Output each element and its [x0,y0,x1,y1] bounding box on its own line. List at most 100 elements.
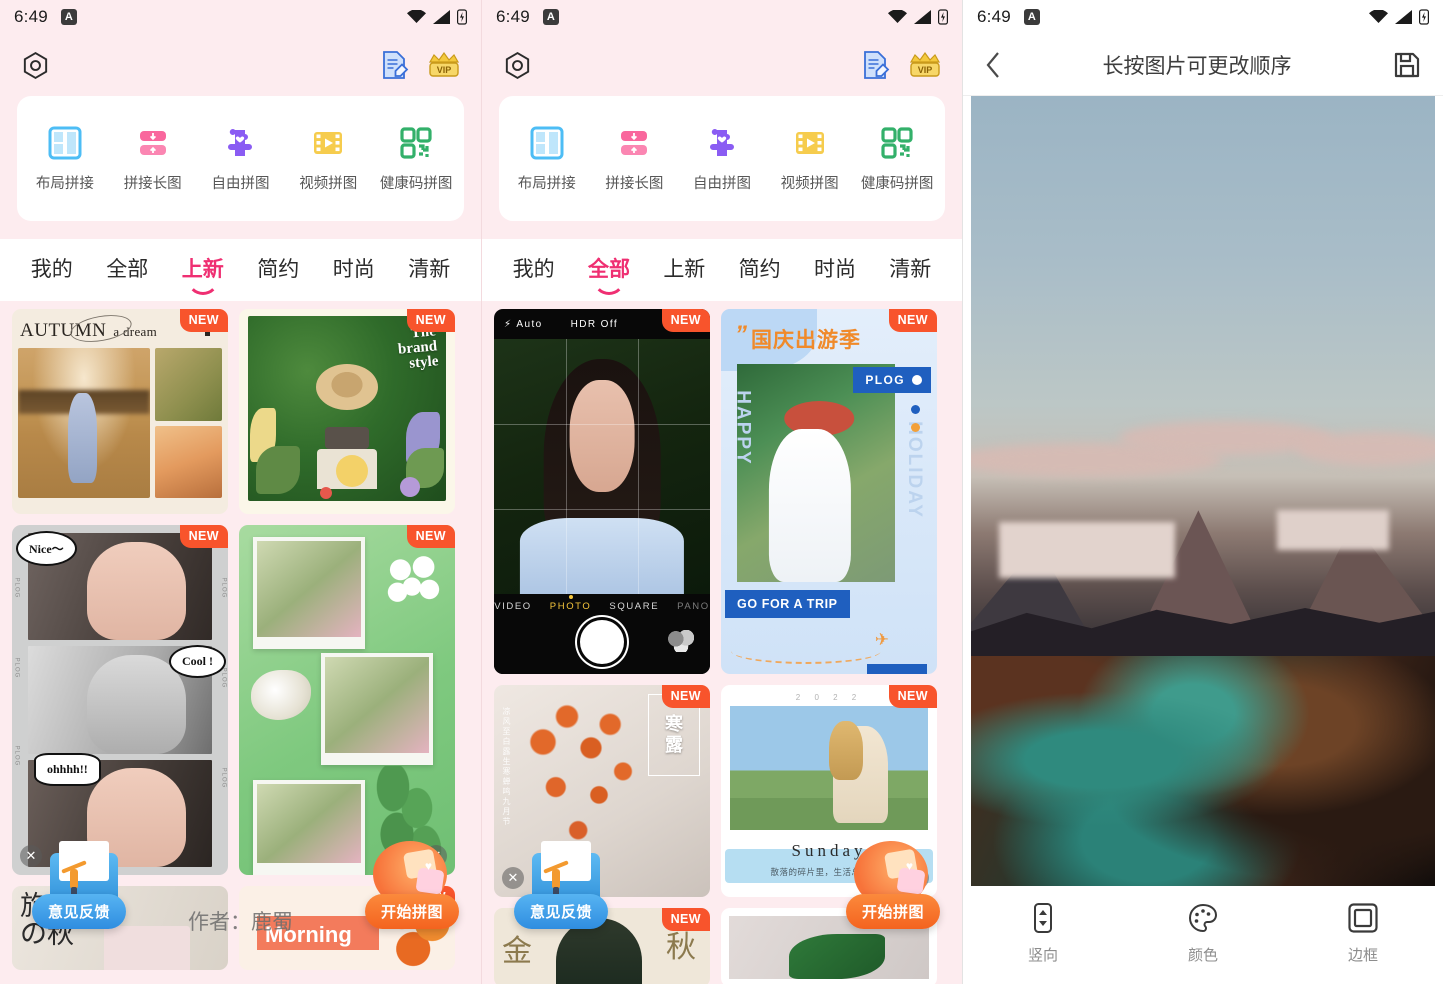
template-card-autumn[interactable]: NEW AUTUMN a dream [12,309,228,514]
camera-mode-square[interactable]: SQUARE [609,601,659,612]
function-label: 视频拼图 [780,176,839,192]
tab-all[interactable]: 全部 [90,239,166,301]
new-badge: NEW [179,525,228,548]
flower-purple [400,477,420,497]
template-card-trip[interactable]: NEW ” 国庆出游季 PLOG GO FOR A TRIP HAPPY HOL… [721,309,937,674]
function-item-long-stitch[interactable]: 拼接长图 [591,126,679,193]
function-item-health-code[interactable]: 健康码拼图 [853,126,941,193]
feedback-fab-middle[interactable]: 意见反馈 [514,841,609,929]
vip-crown-icon[interactable]: VIP [908,51,942,79]
battery-icon [457,9,467,25]
tool-color[interactable]: 颜色 [1123,902,1283,965]
tab-all[interactable]: 全部 [571,239,646,301]
category-tabs-left: 我的 全部 上新 简约 时尚 清新 [0,239,481,301]
camera-mode-video[interactable]: VIDEO [494,601,532,612]
document-edit-icon[interactable] [860,50,890,80]
status-icons [888,9,948,25]
settings-hexagon-icon[interactable] [20,50,51,81]
function-item-layout-collage[interactable]: 布局拼接 [21,126,109,193]
trip-title: 国庆出游季 [751,329,861,352]
battery-icon [1419,9,1429,25]
tab-fashion[interactable]: 时尚 [797,239,872,301]
function-item-free-collage[interactable]: 自由拼图 [197,126,285,193]
tab-fashion[interactable]: 时尚 [316,239,392,301]
tab-mine[interactable]: 我的 [14,239,90,301]
canvas-image-mountain[interactable] [971,96,1435,656]
function-item-free-collage[interactable]: 自由拼图 [678,126,766,193]
start-collage-fab-left[interactable]: ♥ 开始拼图 [364,841,459,929]
person-icon [70,869,78,899]
photo-skirt [154,425,222,498]
new-badge: NEW [179,309,228,332]
vip-crown-icon[interactable]: VIP [427,51,461,79]
feedback-label[interactable]: 意见反馈 [32,894,127,929]
wifi-icon [1369,10,1388,23]
function-item-video-collage[interactable]: 视频拼图 [766,126,854,193]
leaf-shape [789,933,885,979]
category-tabs-middle: 我的 全部 上新 简约 时尚 清新 [482,239,962,301]
function-item-health-code[interactable]: 健康码拼图 [372,126,460,193]
template-card-comic[interactable]: NEW Nice～ Cool ! ohhhh!! PLOG PLOG PLOG … [12,525,228,875]
hdr-mode: HDR Off [570,318,618,330]
start-collage-label[interactable]: 开始拼图 [845,894,940,929]
battery-icon [938,9,948,25]
tab-new[interactable]: 上新 [647,239,722,301]
plog-mark: PLOG [13,657,20,679]
template-card-flower-collage[interactable]: NEW ✕ [239,525,455,875]
chevron-left-icon[interactable] [985,51,1001,79]
function-item-video-collage[interactable]: 视频拼图 [284,126,372,193]
tool-border[interactable]: 边框 [1283,902,1443,965]
flower-red [320,487,332,499]
start-collage-fab-middle[interactable]: ♥ 开始拼图 [845,841,940,929]
grid-line-v1 [565,339,567,594]
tab-fresh[interactable]: 清新 [392,239,468,301]
camera-mode-photo[interactable]: PHOTO [550,601,592,612]
portrait-shape [86,654,187,754]
settings-hexagon-icon[interactable] [502,50,533,81]
card-close-button[interactable]: ✕ [502,867,524,889]
tool-orientation[interactable]: 竖向 [963,902,1123,965]
autumn-side-photos [154,348,222,498]
status-clock: 6:49 [496,7,530,26]
function-item-layout-collage[interactable]: 布局拼接 [503,126,591,193]
template-card-hanlu[interactable]: NEW 凉风至白露生寒蝉鸣九月节 寒 露 ✕ [494,685,710,897]
tab-fresh[interactable]: 清新 [873,239,948,301]
dot-blue [911,405,920,414]
feedback-label[interactable]: 意见反馈 [514,894,609,929]
camera-mode-pano[interactable]: PANO [677,601,710,612]
tab-new[interactable]: 上新 [165,239,241,301]
start-collage-label[interactable]: 开始拼图 [364,894,459,929]
tab-mine[interactable]: 我的 [496,239,571,301]
camera-modes: VIDEO PHOTO SQUARE PANO [494,594,710,612]
trip-decorative-dots [911,405,920,441]
vertical-arrows-icon [1034,902,1052,933]
free-collage-icon [709,129,734,156]
document-edit-icon[interactable] [379,50,409,80]
function-label: 自由拼图 [211,176,270,192]
feedback-fab-left[interactable]: 意见反馈 [32,841,127,929]
tab-simple[interactable]: 简约 [722,239,797,301]
hanlu-title-1: 寒 [665,714,683,734]
tab-simple[interactable]: 简约 [241,239,317,301]
plane-icon: ✈ [874,630,889,649]
function-item-long-stitch[interactable]: 拼接长图 [109,126,197,193]
card-close-button[interactable]: ✕ [20,845,42,867]
white-dress-shape [768,429,851,582]
photo-hand [154,348,222,421]
shutter-button[interactable] [580,620,624,664]
collage-canvas[interactable] [963,96,1443,886]
template-card-brand-style[interactable]: NEW The brand style [239,309,455,514]
trip-photo [737,364,895,582]
template-card-camera[interactable]: NEW ⚡ Auto HDR Off VIDEO PHOTO SQUARE PA… [494,309,710,674]
canvas-image-fluid-art[interactable] [971,656,1435,886]
new-badge: NEW [661,908,710,931]
function-label: 拼接长图 [123,176,182,192]
grid-line-h2 [494,508,710,510]
camera-viewfinder [494,339,710,594]
status-app-badge: A [1023,9,1040,25]
function-label: 拼接长图 [605,176,664,192]
camera-bottombar: VIDEO PHOTO SQUARE PANO [494,594,710,674]
filter-icon[interactable] [668,630,694,652]
brand-photo: The brand style [248,316,446,501]
save-floppy-icon[interactable] [1393,51,1421,79]
